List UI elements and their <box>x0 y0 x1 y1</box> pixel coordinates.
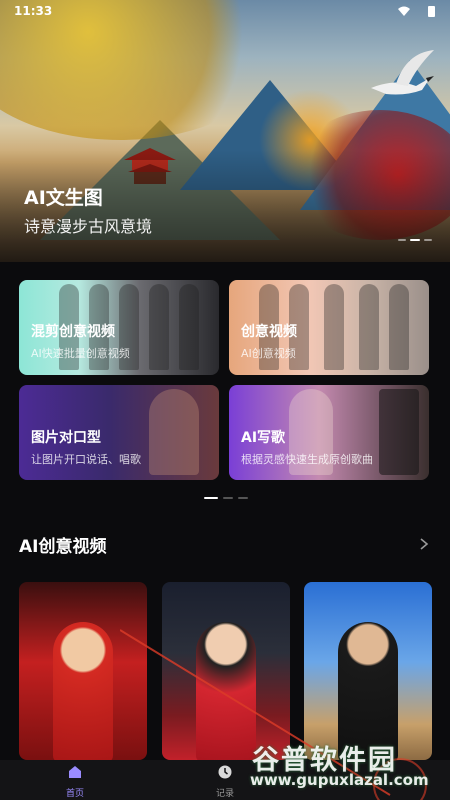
tab-home-label: 首页 <box>65 789 84 799</box>
hero-dot <box>424 239 432 241</box>
card-mix-video[interactable]: 混剪创意视频 AI快速批量创意视频 <box>19 280 219 375</box>
wifi-icon <box>398 6 410 16</box>
hero-dot <box>398 239 406 241</box>
hero-pagination <box>398 239 432 241</box>
home-icon <box>69 766 81 778</box>
card-title: 混剪创意视频 <box>31 324 115 340</box>
watermark: 谷普软件园 www.gupuxlazal.com <box>248 738 448 798</box>
section-title: AI创意视频 <box>19 537 107 557</box>
hero-dot-active <box>410 239 420 241</box>
card-title: 创意视频 <box>241 324 297 340</box>
battery-icon <box>428 6 435 17</box>
card-title: 图片对口型 <box>31 430 101 446</box>
figure-decoration <box>149 284 169 370</box>
figure-decoration <box>179 284 199 370</box>
cards-dot <box>238 497 248 499</box>
cards-dot-active <box>204 497 218 499</box>
chevron-right-icon[interactable] <box>418 536 430 552</box>
cards-dot <box>223 497 233 499</box>
figure-decoration <box>149 389 199 475</box>
status-time: 11:33 <box>14 4 53 18</box>
card-ai-song[interactable]: AI写歌 根据灵感快速生成原创歌曲 <box>229 385 429 480</box>
figure-decoration <box>359 284 379 370</box>
tab-home[interactable]: 首页 <box>45 764 105 799</box>
crane-illustration <box>371 50 434 95</box>
card-desc: AI创意视频 <box>241 347 296 360</box>
hero-banner[interactable]: 11:33 AI文生图 诗意漫步古风意境 <box>0 0 450 262</box>
card-title: AI写歌 <box>241 430 286 446</box>
card-desc: 让图片开口说话、唱歌 <box>31 453 141 466</box>
card-desc: 根据灵感快速生成原创歌曲 <box>241 453 373 466</box>
watermark-url: www.gupuxlazal.com <box>250 771 429 789</box>
child-figure <box>53 622 113 760</box>
figure-decoration <box>324 284 344 370</box>
card-lip-sync[interactable]: 图片对口型 让图片开口说话、唱歌 <box>19 385 219 480</box>
piano-decoration <box>379 389 419 475</box>
cards-pagination <box>204 497 248 499</box>
figure-decoration <box>389 284 409 370</box>
card-desc: AI快速批量创意视频 <box>31 347 130 360</box>
hero-subtitle: 诗意漫步古风意境 <box>24 217 153 236</box>
status-icons <box>398 6 435 17</box>
hero-title: AI文生图 <box>24 187 103 209</box>
card-creative-video[interactable]: 创意视频 AI创意视频 <box>229 280 429 375</box>
